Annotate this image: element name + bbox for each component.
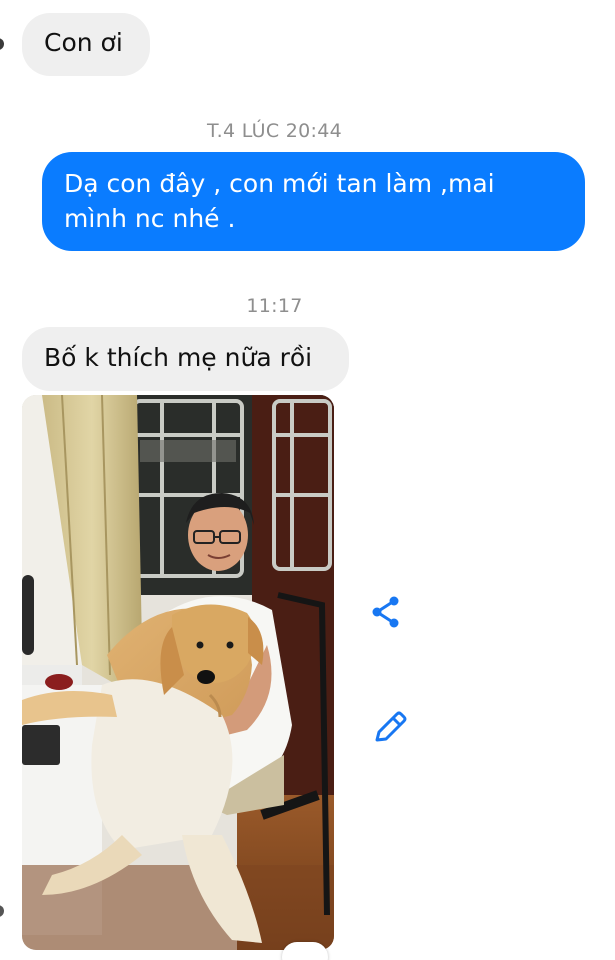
sender-avatar[interactable] [0,38,4,50]
edit-pencil-icon [375,711,407,742]
outgoing-message-bubble[interactable]: Dạ con đây , con mới tan làm ,mai mình n… [42,152,585,251]
message-text: Con ơi [44,28,123,57]
message-text: Bố k thích mẹ nữa rồi [44,343,313,372]
incoming-message-bubble[interactable]: Con ơi [22,13,150,76]
timestamp: 11:17 [246,295,303,317]
chat-thread: Con ơi T.4 LÚC 20:44 Dạ con đây , con mớ… [0,0,615,960]
timestamp: T.4 LÚC 20:44 [206,120,343,142]
share-button[interactable] [366,592,406,632]
edit-button[interactable] [370,708,410,748]
sender-avatar[interactable] [0,905,4,917]
reaction-button[interactable] [282,942,328,960]
share-icon [372,596,399,628]
message-text: Dạ con đây , con mới tan làm ,mai mình n… [64,169,495,233]
incoming-message-bubble[interactable]: Bố k thích mẹ nữa rồi [22,327,349,391]
photo-image [22,395,334,950]
shared-photo[interactable] [22,395,334,950]
